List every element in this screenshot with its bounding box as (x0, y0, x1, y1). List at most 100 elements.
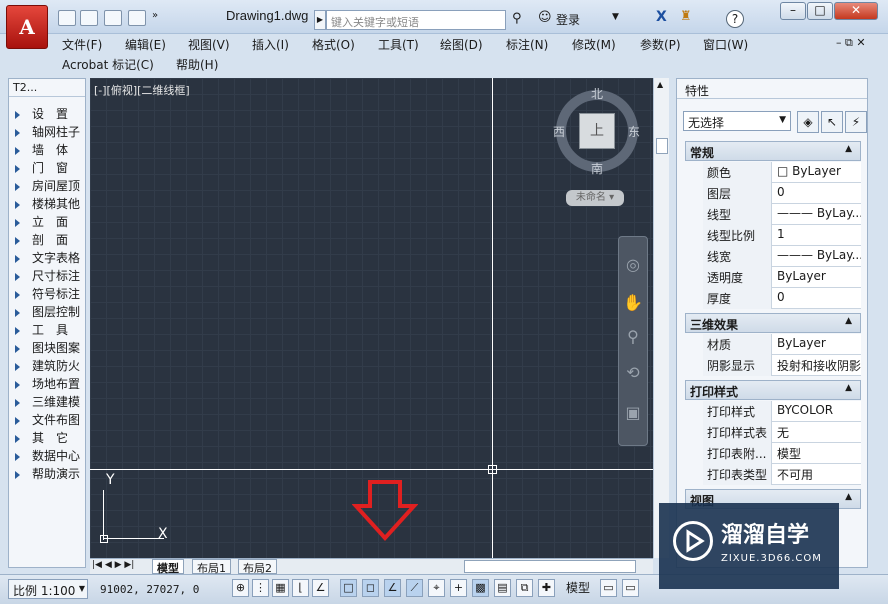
maximize-button[interactable]: □ (807, 2, 833, 20)
login-dropdown-icon[interactable]: ▼ (612, 12, 619, 22)
tool-item[interactable]: 三维建模 (15, 393, 87, 411)
compass-north[interactable]: 北 (591, 85, 603, 102)
stay-connected-icon[interactable]: ♜ (680, 9, 692, 24)
menu-format[interactable]: 格式(O) (312, 36, 355, 53)
scroll-up-icon[interactable]: ▲ (657, 80, 663, 89)
object-snap-tracking-icon[interactable]: ∠ (384, 579, 401, 597)
tab-nav-icon[interactable]: |◀ ◀ ▶ ▶| (92, 560, 134, 570)
tool-item[interactable]: 帮助演示 (15, 465, 87, 483)
orbit-icon[interactable]: ⟲ (623, 363, 643, 385)
new-file-icon[interactable] (58, 10, 76, 26)
tool-item[interactable]: 数据中心 (15, 447, 87, 465)
property-section[interactable]: 常规 ▲ (685, 141, 861, 161)
menu-acrobat[interactable]: Acrobat 标记(C) (62, 56, 154, 73)
coordinate-readout[interactable]: 91002, 27027, 0 (100, 583, 199, 596)
tool-item[interactable]: 文字表格 (15, 249, 87, 267)
property-row[interactable]: 打印样式 BYCOLOR (703, 401, 861, 422)
property-value[interactable]: BYCOLOR (775, 401, 861, 422)
tool-item[interactable]: 图块图案 (15, 339, 87, 357)
save-icon[interactable] (104, 10, 122, 26)
menu-modify[interactable]: 修改(M) (572, 36, 616, 53)
menu-file[interactable]: 文件(F) (62, 36, 102, 53)
3d-osnap-icon[interactable]: ◻ (362, 579, 379, 597)
tool-item[interactable]: 立 面 (15, 213, 87, 231)
transparency-icon[interactable]: ▩ (472, 579, 489, 597)
collapse-icon[interactable]: ▲ (845, 383, 852, 393)
login-button[interactable]: 登录 (556, 11, 580, 28)
tool-item[interactable]: 符号标注 (15, 285, 87, 303)
save-as-icon[interactable] (128, 10, 146, 26)
close-button[interactable]: ✕ (834, 2, 878, 20)
annotation-scale[interactable]: 比例 1:100 ▼ (8, 579, 88, 599)
property-row[interactable]: 透明度 ByLayer (703, 267, 861, 288)
menu-view[interactable]: 视图(V) (188, 36, 230, 53)
property-row[interactable]: 厚度 0 (703, 288, 861, 309)
property-value[interactable]: ByLayer (775, 267, 861, 288)
grid-display-icon[interactable]: ▦ (272, 579, 289, 597)
property-row[interactable]: 颜色 □ ByLayer (703, 162, 861, 183)
property-row[interactable]: 打印表附... 模型 (703, 443, 861, 464)
help-icon[interactable]: ? (726, 10, 744, 28)
minimize-button[interactable]: – (780, 2, 806, 20)
tool-item[interactable]: 剖 面 (15, 231, 87, 249)
property-row[interactable]: 线型比例 1 (703, 225, 861, 246)
menu-help[interactable]: 帮助(H) (176, 56, 218, 73)
search-expand-icon[interactable]: ▶ (314, 10, 326, 30)
tab-layout1[interactable]: 布局1 (192, 559, 231, 575)
menu-window[interactable]: 窗口(W) (703, 36, 748, 53)
tool-item[interactable]: 其 它 (15, 429, 87, 447)
tool-item[interactable]: 建筑防火 (15, 357, 87, 375)
property-section[interactable]: 三维效果 ▲ (685, 313, 861, 333)
lineweight-icon[interactable]: + (450, 579, 467, 597)
binoculars-icon[interactable]: ⚲ (512, 11, 522, 26)
menu-draw[interactable]: 绘图(D) (440, 36, 483, 53)
dynamic-input-icon[interactable]: ⌖ (428, 579, 445, 597)
showmotion-icon[interactable]: ▣ (623, 403, 643, 425)
collapse-icon[interactable]: ▲ (845, 144, 852, 154)
tool-item[interactable]: 场地布置 (15, 375, 87, 393)
menu-parameter[interactable]: 参数(P) (640, 36, 681, 53)
tool-item[interactable]: 文件布图 (15, 411, 87, 429)
compass-south[interactable]: 南 (591, 160, 603, 177)
property-value[interactable]: 投射和接收阴影 (775, 355, 861, 376)
compass-west[interactable]: 西 (553, 123, 565, 140)
open-file-icon[interactable] (80, 10, 98, 26)
infer-constraints-icon[interactable]: ⊕ (232, 579, 249, 597)
compass-east[interactable]: 东 (628, 123, 640, 140)
ucs-menu[interactable]: 未命名 ▾ (566, 190, 624, 206)
steering-wheel-icon[interactable]: ◎ (623, 255, 643, 277)
annotation-monitor-icon[interactable]: ✚ (538, 579, 555, 597)
tool-item[interactable]: 尺寸标注 (15, 267, 87, 285)
property-value[interactable]: 0 (775, 288, 861, 309)
viewport-label[interactable]: [-][俯视][二维线框] (94, 82, 190, 98)
property-value[interactable]: 无 (775, 422, 861, 443)
property-value[interactable]: 模型 (775, 443, 861, 464)
snap-mode-icon[interactable]: ⋮ (252, 579, 269, 597)
quick-properties-icon[interactable]: ▤ (494, 579, 511, 597)
pan-icon[interactable]: ✋ (623, 293, 643, 315)
menu-dimension[interactable]: 标注(N) (506, 36, 548, 53)
scroll-thumb[interactable] (656, 138, 668, 154)
horizontal-scrollbar[interactable] (464, 560, 636, 573)
dynamic-ucs-icon[interactable]: ⟋ (406, 579, 423, 597)
property-row[interactable]: 图层 0 (703, 183, 861, 204)
vertical-scrollbar[interactable]: ▲ (653, 78, 669, 558)
tool-item[interactable]: 门 窗 (15, 159, 87, 177)
collapse-icon[interactable]: ▲ (845, 316, 852, 326)
property-value[interactable]: ByLayer (775, 334, 861, 355)
polar-tracking-icon[interactable]: ∠ (312, 579, 329, 597)
tab-model[interactable]: 模型 (152, 559, 184, 575)
property-value[interactable]: ——— ByLay... (775, 246, 861, 267)
doc-window-controls-icon[interactable]: – ⧉ ✕ (836, 36, 866, 50)
property-row[interactable]: 线宽 ——— ByLay... (703, 246, 861, 267)
exchange-icon[interactable]: X (656, 9, 667, 25)
menu-insert[interactable]: 插入(I) (252, 36, 289, 53)
model-space-button[interactable]: 模型 (566, 579, 590, 596)
select-objects-icon[interactable]: ↖ (821, 111, 843, 133)
tool-item[interactable]: 楼梯其他 (15, 195, 87, 213)
toggle-pickadd-icon[interactable]: ◈ (797, 111, 819, 133)
drawing-canvas[interactable]: [-][俯视][二维线框] 北 南 东 西 上 未命名 ▾ ◎ ✋ ⚲ ⟲ ▣ … (90, 78, 653, 558)
property-row[interactable]: 材质 ByLayer (703, 334, 861, 355)
quick-select-icon[interactable]: ⚡ (845, 111, 867, 133)
tool-item[interactable]: 设 置 (15, 105, 87, 123)
